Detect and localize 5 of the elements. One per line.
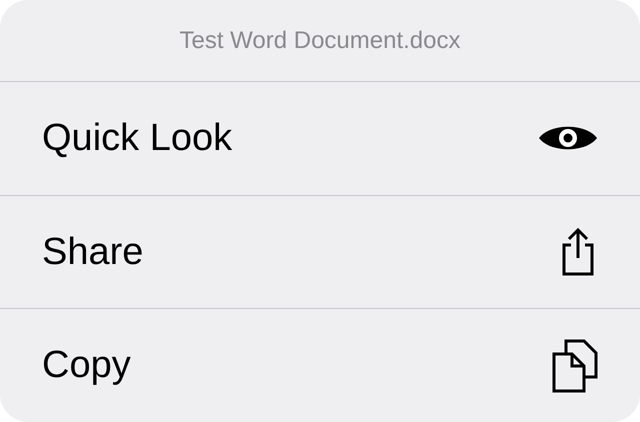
menu-item[interactable]: Copy	[0, 309, 640, 422]
menu-item[interactable]: Quick Look	[0, 82, 640, 196]
menu-item[interactable]: Share	[0, 196, 640, 310]
copy-icon	[552, 338, 598, 393]
menu-title: Test Word Document.docx	[179, 26, 460, 54]
